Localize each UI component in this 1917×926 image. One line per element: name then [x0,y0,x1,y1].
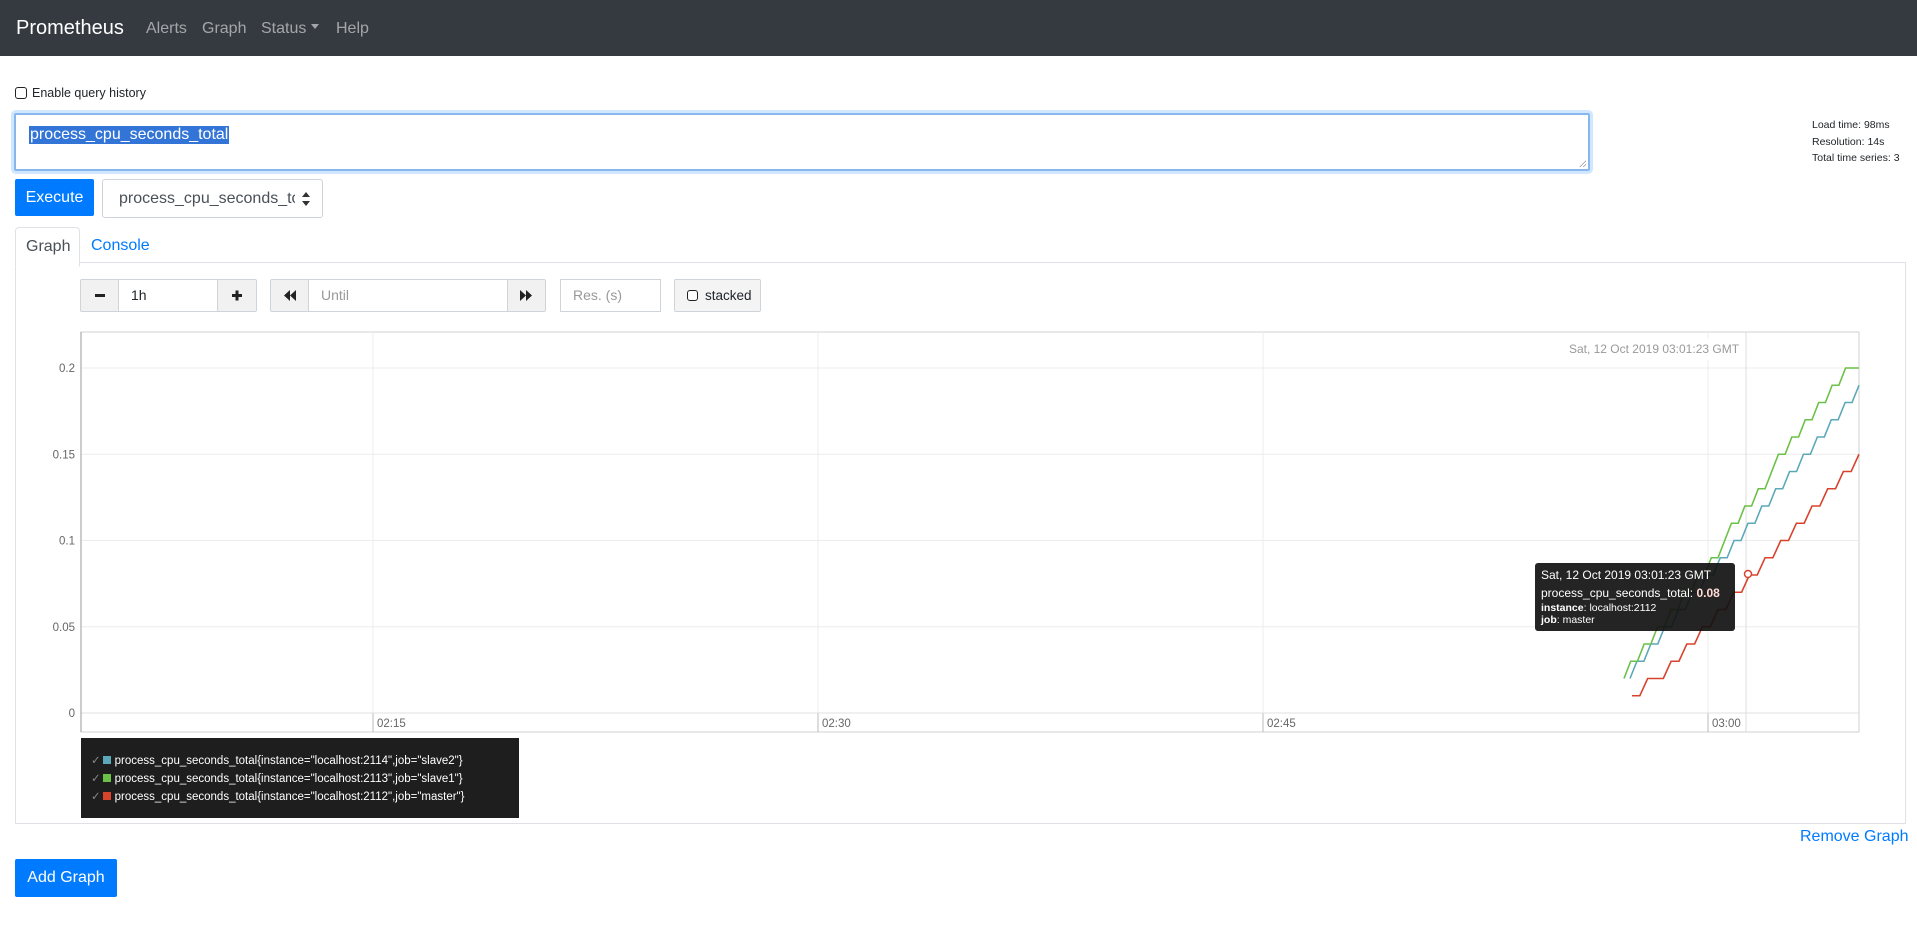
legend-item-master[interactable]: ✓ process_cpu_seconds_total{instance="loc… [91,789,464,803]
time-series-chart: 0.2 0.15 0.1 0.05 0 02:15 02:30 02:45 03:00 Sat… [53,331,1860,733]
stacked-checkbox[interactable] [687,290,698,301]
resolution: Resolution: 14s [1812,135,1885,148]
brand-link[interactable]: Prometheus [16,17,124,40]
y-tick-label: 0 [69,708,75,720]
navbar: Prometheus Alerts Graph Status Help [0,0,1917,56]
hover-time-label: Sat, 12 Oct 2019 03:01:23 GMT [1569,342,1740,356]
metric-select[interactable]: process_cpu_seconds_total [102,179,323,218]
until-placeholder: Until [321,287,350,303]
tooltip-instance-key: instance [1541,602,1584,614]
nav-help[interactable]: Help [336,20,369,38]
plus-icon [232,290,242,301]
y-tick-label: 0.15 [53,449,75,461]
plot-area [80,331,1860,733]
history-checkbox[interactable] [15,87,27,99]
forward-icon [520,290,532,301]
legend-item-slave2[interactable]: ✓ process_cpu_seconds_total{instance="loc… [91,753,463,767]
step-back-button[interactable] [270,279,310,312]
total-series: Total time series: 3 [1812,152,1900,164]
stacked-toggle[interactable]: stacked [674,279,761,312]
nav-status-label: Status [261,20,307,37]
expression-input[interactable]: process_cpu_seconds_total [14,113,1590,171]
execute-button[interactable]: Execute [15,179,94,216]
tooltip-value: 0.08 [1696,586,1720,600]
check-icon: ✓ [91,773,101,785]
nav-status[interactable]: Status [261,20,320,38]
tab-graph-label: Graph [26,238,71,255]
tab-console[interactable]: Console [91,237,150,255]
x-tick-label: 02:15 [377,718,406,730]
legend-label: process_cpu_seconds_total{instance="loca… [114,791,465,803]
query-stats: Load time: 98ms Resolution: 14s Total ti… [1812,117,1900,167]
y-tick-label: 0.2 [59,363,75,375]
check-icon: ✓ [91,791,101,803]
step-forward-button[interactable] [507,279,546,312]
hover-tooltip: Sat, 12 Oct 2019 03:01:23 GMT process_cp… [1535,563,1735,631]
check-icon: ✓ [91,755,101,767]
hover-point-marker [1743,569,1753,579]
x-tick-label: 02:45 [1267,718,1296,730]
legend-item-slave1[interactable]: ✓ process_cpu_seconds_total{instance="loc… [91,771,463,785]
y-tick-label: 0.1 [59,536,75,548]
load-time: Load time: 98ms [1812,119,1890,131]
history-label: Enable query history [32,86,146,100]
tooltip-job-val: : master [1556,614,1595,626]
y-axis-labels: 0.2 0.15 0.1 0.05 0 [53,363,75,720]
tooltip-instance-val: : localhost:2112 [1583,602,1657,614]
nav-alerts[interactable]: Alerts [146,20,187,38]
y-tick-label: 0.05 [53,622,75,634]
resize-handle-icon[interactable] [1579,160,1586,167]
stacked-label: stacked [705,288,752,303]
legend-swatch [102,791,111,800]
chart-legend: ✓ process_cpu_seconds_total{instance="loc… [81,738,519,818]
nav-graph[interactable]: Graph [202,20,246,38]
metric-select-value: process_cpu_seconds_total [119,190,295,207]
legend-label: process_cpu_seconds_total{instance="loca… [114,755,463,767]
tab-graph[interactable]: Graph [15,227,80,267]
decrease-range-button[interactable] [80,279,120,312]
range-input[interactable]: 1h [118,279,219,312]
tooltip-metric: process_cpu_seconds_total: [1541,586,1694,600]
until-input[interactable]: Until [308,279,509,312]
tooltip-job-key: job [1541,614,1557,626]
range-value: 1h [131,287,147,303]
expression-text: process_cpu_seconds_total [29,126,230,144]
resolution-input[interactable]: Res. (s) [560,279,661,312]
resolution-placeholder: Res. (s) [573,287,622,303]
select-arrows-icon [302,192,310,206]
minus-icon [95,294,105,297]
chevron-down-icon [311,24,320,30]
x-tick-label: 03:00 [1712,718,1741,730]
x-tick-label: 02:30 [822,718,851,730]
remove-graph-link[interactable]: Remove Graph [1800,828,1909,846]
add-graph-button[interactable]: Add Graph [15,859,117,897]
backward-icon [284,290,296,301]
legend-label: process_cpu_seconds_total{instance="loca… [114,773,463,785]
legend-swatch [102,773,111,782]
increase-range-button[interactable] [217,279,257,312]
legend-swatch [102,755,111,764]
tooltip-time: Sat, 12 Oct 2019 03:01:23 GMT [1541,568,1712,582]
